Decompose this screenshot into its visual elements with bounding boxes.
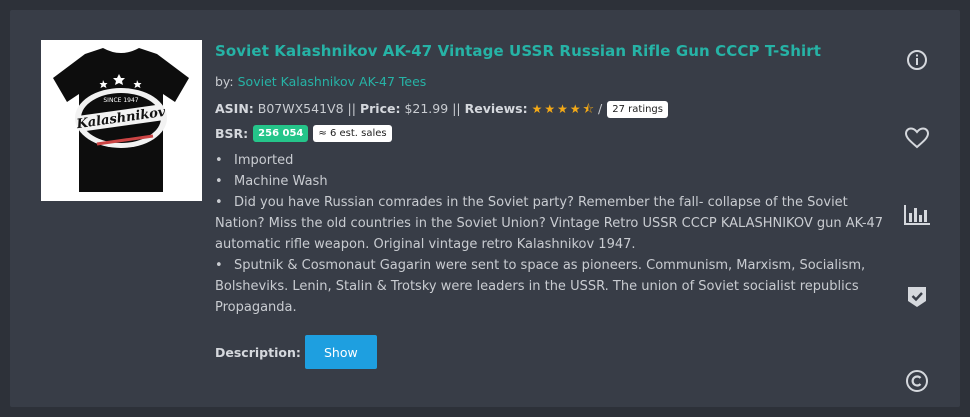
description-label: Description: bbox=[215, 344, 301, 360]
copyright-icon bbox=[906, 370, 928, 392]
info-button[interactable] bbox=[902, 45, 932, 75]
bullet-item: Sputnik & Cosmonaut Gagarin were sent to… bbox=[215, 255, 887, 318]
heart-icon bbox=[904, 127, 930, 149]
price-value: $21.99 bbox=[404, 101, 449, 116]
product-details: Soviet Kalashnikov AK-47 Vintage USSR Ru… bbox=[215, 40, 887, 369]
est-sales-badge: ≈ 6 est. sales bbox=[313, 125, 392, 142]
ratings-count-badge: 27 ratings bbox=[607, 100, 668, 118]
asin-label: ASIN: bbox=[215, 101, 254, 116]
sales-chart-button[interactable] bbox=[902, 200, 932, 230]
show-description-button[interactable]: Show bbox=[304, 335, 377, 369]
bullet-item: Machine Wash bbox=[215, 171, 887, 192]
trademark-check-button[interactable] bbox=[902, 282, 932, 312]
reviews-label: Reviews: bbox=[464, 101, 528, 116]
separator: || bbox=[452, 101, 461, 116]
bsr-row: BSR: 256 054 ≈ 6 est. sales bbox=[215, 125, 887, 142]
brand-link[interactable]: Soviet Kalashnikov AK-47 Tees bbox=[238, 74, 427, 89]
shield-check-icon bbox=[908, 287, 926, 307]
info-icon bbox=[907, 50, 927, 70]
rating-stars: ★★★★⯪ bbox=[531, 102, 597, 116]
asin-value: B07WX541V8 bbox=[257, 101, 344, 116]
bar-chart-icon bbox=[904, 205, 930, 225]
separator: || bbox=[347, 101, 356, 116]
shirt-since-text: SINCE 1947 bbox=[103, 97, 138, 104]
meta-row: ASIN: B07WX541V8 || Price: $21.99 || Rev… bbox=[215, 100, 887, 118]
bsr-badge: 256 054 bbox=[253, 125, 309, 142]
description-row: Description: Show bbox=[215, 335, 887, 369]
tshirt-image: Kalashnikov SINCE 1947 bbox=[53, 48, 189, 192]
favorite-button[interactable] bbox=[902, 123, 932, 153]
product-image[interactable]: Kalashnikov SINCE 1947 bbox=[41, 40, 202, 201]
product-card: Kalashnikov SINCE 1947 Soviet Kalashniko… bbox=[10, 10, 960, 407]
bullet-item: Imported bbox=[215, 150, 887, 171]
bsr-label: BSR: bbox=[215, 126, 249, 141]
bullet-item: Did you have Russian comrades in the Sov… bbox=[215, 192, 887, 255]
slash: / bbox=[598, 101, 603, 116]
price-label: Price: bbox=[359, 101, 401, 116]
by-label: by: bbox=[215, 74, 234, 89]
feature-bullets: Imported Machine Wash Did you have Russi… bbox=[215, 150, 887, 318]
product-title[interactable]: Soviet Kalashnikov AK-47 Vintage USSR Ru… bbox=[215, 40, 887, 62]
copyright-button[interactable] bbox=[902, 366, 932, 396]
byline: by: Soviet Kalashnikov AK-47 Tees bbox=[215, 73, 887, 91]
